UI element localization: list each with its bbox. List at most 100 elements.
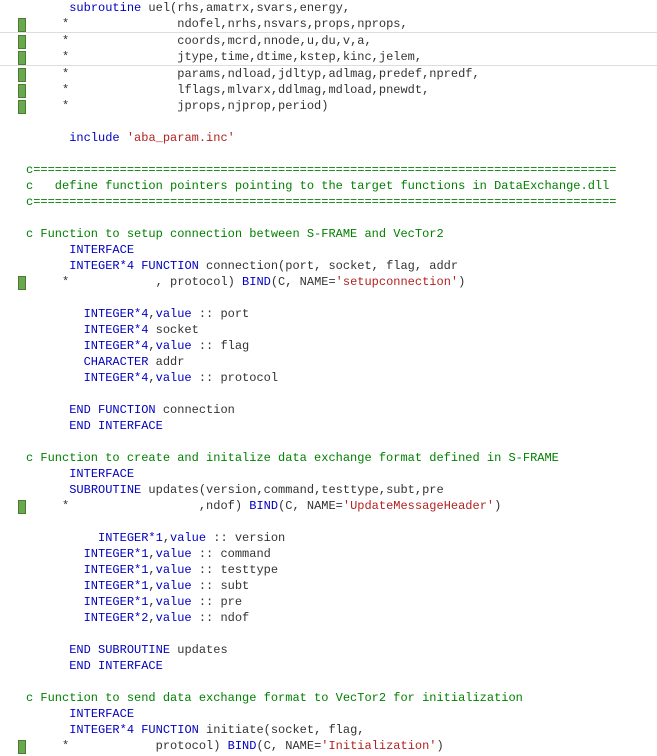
code-segment: , [148, 371, 155, 385]
code-segment [26, 435, 33, 449]
code-line: INTERFACE [0, 242, 657, 258]
code-line [0, 386, 657, 402]
code-segment: subroutine [69, 1, 141, 15]
continuation-marker-icon [18, 18, 26, 32]
code-segment: value [156, 595, 192, 609]
code-line: c define function pointers pointing to t… [0, 178, 657, 194]
code-segment [26, 147, 33, 161]
code-segment: 'Initialization' [321, 739, 436, 753]
code-line: c Function to create and initalize data … [0, 450, 657, 466]
code-segment: :: version [206, 531, 285, 545]
code-segment: * [26, 275, 69, 289]
code-line: * protocol) BIND(C, NAME='Initialization… [0, 738, 657, 754]
code-segment: , [148, 611, 155, 625]
code-segment: :: protocol [192, 371, 278, 385]
code-segment: ) [494, 499, 501, 513]
code-segment: , [148, 307, 155, 321]
code-segment: * [26, 739, 69, 753]
code-segment: value [156, 339, 192, 353]
code-segment: * [26, 50, 69, 64]
code-line: INTEGER*1,value :: command [0, 546, 657, 562]
code-segment: value [156, 579, 192, 593]
code-segment [26, 659, 69, 673]
code-segment: ) [437, 739, 444, 753]
code-segment: (C, NAME= [278, 499, 343, 513]
code-segment [26, 563, 84, 577]
code-segment: CHARACTER [84, 355, 149, 369]
code-segment: c Function to create and initalize data … [26, 451, 559, 465]
code-segment: protocol) [69, 739, 227, 753]
code-segment: updates(version,command,testtype,subt,pr… [141, 483, 443, 497]
code-line: INTEGER*4,value :: port [0, 306, 657, 322]
code-segment: include [69, 131, 119, 145]
code-segment [26, 627, 33, 641]
code-segment: :: ndof [192, 611, 250, 625]
code-line: INTERFACE [0, 706, 657, 722]
code-line: * ndofel,nrhs,nsvars,props,nprops, [0, 16, 657, 32]
code-segment [26, 643, 69, 657]
continuation-marker-icon [18, 276, 26, 290]
code-segment: value [156, 371, 192, 385]
code-line: INTEGER*1,value :: testtype [0, 562, 657, 578]
code-segment: BIND [242, 275, 271, 289]
code-segment [26, 355, 84, 369]
code-segment [26, 131, 69, 145]
code-segment: socket [148, 323, 198, 337]
code-line [0, 146, 657, 162]
code-line: * jtype,time,dtime,kstep,kinc,jelem, [0, 49, 657, 66]
code-line: * lflags,mlvarx,ddlmag,mdload,pnewdt, [0, 82, 657, 98]
code-segment: INTEGER*1 [84, 563, 149, 577]
code-segment [26, 1, 69, 15]
code-segment: ndofel,nrhs,nsvars,props,nprops, [69, 17, 407, 31]
code-segment: INTEGER*4 [69, 723, 134, 737]
code-segment: INTEGER*2 [84, 611, 149, 625]
code-segment: lflags,mlvarx,ddlmag,mdload,pnewdt, [69, 83, 429, 97]
code-segment [26, 243, 69, 257]
code-segment: BIND [249, 499, 278, 513]
code-segment: updates [170, 643, 228, 657]
code-segment: c define function pointers pointing to t… [26, 179, 609, 193]
code-segment [26, 707, 69, 721]
code-segment: INTERFACE [69, 243, 134, 257]
code-segment: * [26, 83, 69, 97]
continuation-marker-icon [18, 68, 26, 82]
code-segment: , [148, 595, 155, 609]
code-segment [26, 595, 84, 609]
code-segment: FUNCTION [141, 259, 199, 273]
continuation-marker-icon [18, 35, 26, 49]
code-segment: c=======================================… [26, 163, 617, 177]
code-segment [26, 387, 33, 401]
code-segment [26, 531, 98, 545]
code-segment: INTEGER*4 [84, 307, 149, 321]
code-line: INTEGER*1,value :: pre [0, 594, 657, 610]
code-segment: :: command [192, 547, 271, 561]
code-segment [26, 307, 84, 321]
code-segment: END FUNCTION [69, 403, 155, 417]
code-segment: INTEGER*1 [98, 531, 163, 545]
code-line: END INTERFACE [0, 658, 657, 674]
code-segment [26, 483, 69, 497]
code-segment: , [163, 531, 170, 545]
code-line [0, 210, 657, 226]
code-line: INTEGER*4,value :: protocol [0, 370, 657, 386]
code-segment: value [156, 563, 192, 577]
code-segment: 'UpdateMessageHeader' [343, 499, 494, 513]
code-segment: :: subt [192, 579, 250, 593]
code-line: INTEGER*1,value :: version [0, 530, 657, 546]
code-line: c=======================================… [0, 194, 657, 210]
code-segment [26, 723, 69, 737]
code-line: * ,ndof) BIND(C, NAME='UpdateMessageHead… [0, 498, 657, 514]
code-segment: INTEGER*4 [69, 259, 134, 273]
code-segment: c Function to send data exchange format … [26, 691, 523, 705]
code-segment [26, 211, 33, 225]
code-line: * jprops,njprop,period) [0, 98, 657, 114]
code-line: INTEGER*4 FUNCTION initiate(socket, flag… [0, 722, 657, 738]
code-line: END INTERFACE [0, 418, 657, 434]
code-segment: FUNCTION [141, 723, 199, 737]
code-line: c=======================================… [0, 162, 657, 178]
code-segment: (C, NAME= [271, 275, 336, 289]
code-segment: value [156, 547, 192, 561]
code-segment: , [148, 563, 155, 577]
code-segment: :: port [192, 307, 250, 321]
code-segment: uel(rhs,amatrx,svars,energy, [141, 1, 350, 15]
